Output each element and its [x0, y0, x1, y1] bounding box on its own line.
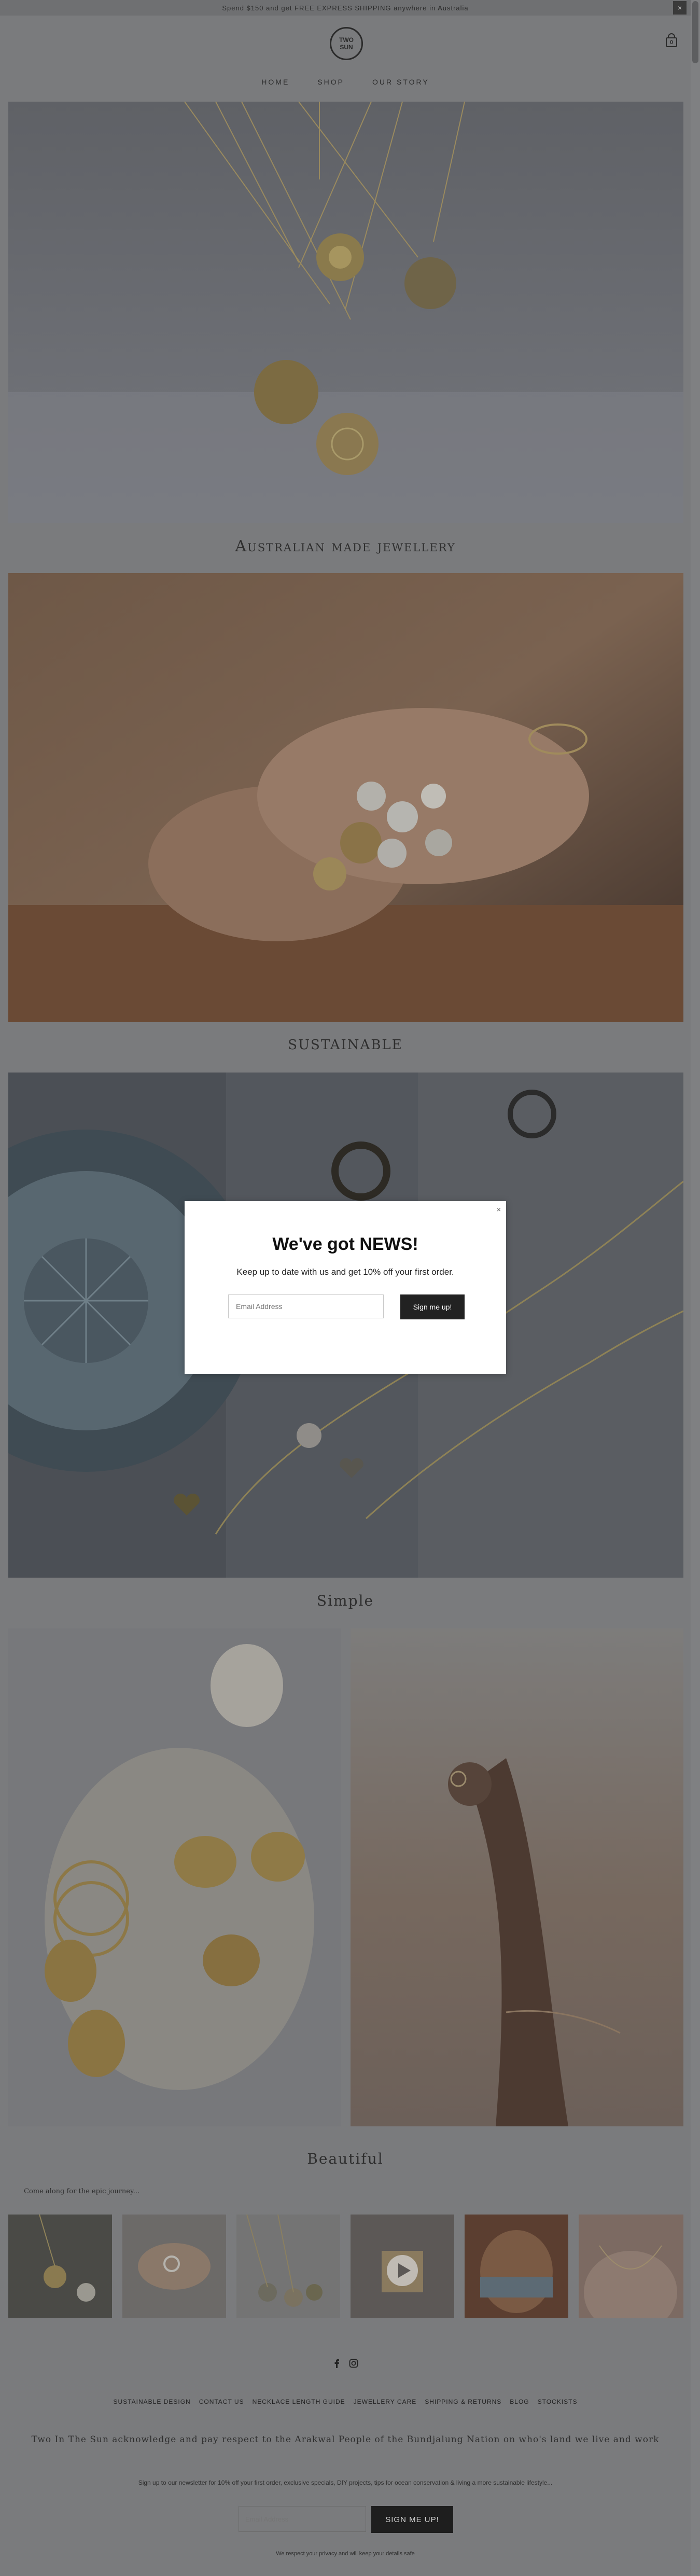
nav-home[interactable]: HOME	[261, 78, 289, 86]
announcement-close-button[interactable]: ×	[673, 1, 687, 15]
scrollbar[interactable]	[691, 0, 700, 2576]
announcement-bar: Spend $150 and get FREE EXPRESS SHIPPING…	[0, 0, 691, 16]
earrings-image[interactable]	[8, 1628, 341, 2126]
popup-signup-button[interactable]: Sign me up!	[400, 1294, 465, 1319]
main-nav: HOME SHOP OUR STORY	[0, 78, 691, 86]
footer-link-necklace-guide[interactable]: NECKLACE LENGTH GUIDE	[253, 2398, 345, 2405]
footer-signup-button[interactable]: SIGN ME UP!	[371, 2506, 453, 2533]
footer-link-shipping-returns[interactable]: SHIPPING & RETURNS	[425, 2398, 501, 2405]
section-title-beautiful: Beautiful	[307, 2150, 384, 2167]
instagram-post[interactable]	[236, 2215, 340, 2318]
footer-email-input[interactable]	[239, 2506, 366, 2532]
popup-close-button[interactable]: ×	[497, 1205, 501, 1214]
instagram-icon[interactable]	[349, 2359, 358, 2368]
instagram-post[interactable]	[351, 2215, 454, 2318]
logo-text-top: TWO	[339, 36, 354, 44]
section-title-simple: Simple	[316, 1592, 374, 1609]
logo-text-bottom: SUN	[340, 44, 353, 51]
footer-link-stockists[interactable]: STOCKISTS	[538, 2398, 578, 2405]
footer-link-sustainable-design[interactable]: SUSTAINABLE DESIGN	[114, 2398, 191, 2405]
nav-shop[interactable]: SHOP	[317, 78, 344, 86]
instagram-caption: Come along for the epic journey...	[24, 2188, 140, 2195]
cart-count: 0	[669, 39, 674, 46]
newsletter-popup: × We've got NEWS! Keep up to date with u…	[185, 1201, 506, 1374]
logo[interactable]: TWO SUN	[330, 27, 363, 60]
cart-button[interactable]: 0	[665, 33, 678, 48]
popup-subtitle: Keep up to date with us and get 10% off …	[236, 1267, 454, 1277]
scrollbar-thumb[interactable]	[692, 1, 698, 63]
nav-our-story[interactable]: OUR STORY	[372, 78, 429, 86]
popup-title: We've got NEWS!	[272, 1234, 418, 1254]
hands-jewellery-image[interactable]	[8, 573, 683, 1022]
instagram-post[interactable]	[8, 2215, 112, 2318]
section-title-sustainable: SUSTAINABLE	[288, 1037, 403, 1053]
announcement-text: Spend $150 and get FREE EXPRESS SHIPPING…	[222, 4, 469, 12]
facebook-icon[interactable]	[332, 2359, 342, 2368]
instagram-post[interactable]	[122, 2215, 226, 2318]
footer-link-blog[interactable]: BLOG	[510, 2398, 529, 2405]
social-links	[0, 2359, 691, 2368]
newsletter-description: Sign up to our newsletter for 10% off yo…	[138, 2479, 553, 2486]
footer-link-jewellery-care[interactable]: JEWELLERY CARE	[354, 2398, 417, 2405]
footer-link-contact[interactable]: CONTACT US	[199, 2398, 244, 2405]
privacy-note: We respect your privacy and will keep yo…	[276, 2551, 415, 2557]
hero-necklaces-image[interactable]	[8, 102, 683, 523]
footer-links: SUSTAINABLE DESIGN CONTACT US NECKLACE L…	[0, 2398, 691, 2405]
popup-email-input[interactable]	[228, 1294, 384, 1318]
section-title-australian: Australian made jewellery	[235, 537, 456, 555]
instagram-post[interactable]	[579, 2215, 683, 2318]
land-acknowledgement: Two In The Sun acknowledge and pay respe…	[31, 2434, 660, 2445]
hand-ring-image[interactable]	[351, 1628, 683, 2126]
instagram-post[interactable]	[465, 2215, 568, 2318]
